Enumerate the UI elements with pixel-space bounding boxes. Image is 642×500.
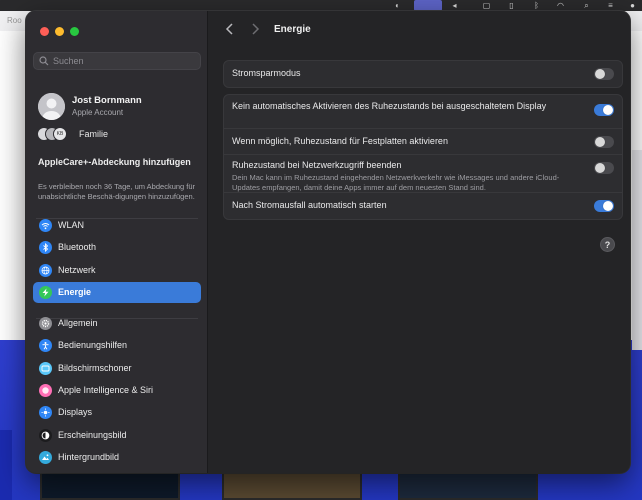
toggle-switch[interactable] (594, 136, 614, 148)
sidebar-item-label: Bluetooth (58, 242, 97, 253)
menu-bar: ◐ ◂ ▢ ▯ ᛒ ◠ ⌕ ≡ ● (0, 0, 642, 11)
toolbar: Energie (208, 11, 630, 49)
screensaver-icon (39, 361, 52, 375)
account-subtitle: Apple Account (72, 108, 124, 117)
background-poster (40, 470, 180, 500)
bluetooth-icon (39, 241, 52, 255)
avatar[interactable] (38, 93, 65, 120)
toggle-knob (595, 137, 605, 147)
bolt-icon (39, 285, 52, 299)
toggle-switch[interactable] (594, 68, 614, 80)
chevron-right-icon (252, 23, 260, 35)
sidebar-item-allgemein[interactable]: Allgemein (33, 313, 201, 334)
background-right-strip (632, 150, 642, 350)
applecare-title[interactable]: AppleCare+-Abdeckung hinzufügen (38, 157, 198, 168)
search-placeholder: Suchen (53, 56, 84, 66)
toggle-switch[interactable] (594, 104, 614, 116)
sidebar-item-bildschirmschoner[interactable]: Bildschirmschoner (33, 358, 201, 379)
sidebar-item-label: Energie (58, 286, 92, 297)
sun-icon (39, 406, 52, 420)
sidebar-item-wlan[interactable]: WLAN (33, 215, 201, 236)
toggle-switch[interactable] (594, 200, 614, 212)
sidebar-item-bluetooth[interactable]: Bluetooth (33, 237, 201, 258)
search-icon (39, 56, 49, 66)
sidebar-item-label: Hintergrundbild (58, 451, 120, 462)
settings-row: Kein automatisches Aktivieren des Ruhezu… (224, 95, 622, 129)
person-icon (38, 93, 65, 120)
siri-icon (39, 383, 52, 397)
setting-label: Nach Stromausfall automatisch starten (232, 200, 387, 210)
page-title: Energie (274, 24, 311, 35)
settings-row: Wenn möglich, Ruhezustand für Festplatte… (224, 129, 622, 155)
zoom-button[interactable] (70, 27, 79, 36)
sidebar-item-label: Displays (58, 407, 93, 418)
settings-row: Nach Stromausfall automatisch starten (224, 193, 622, 219)
sidebar-item-label: Netzwerk (58, 264, 96, 275)
toggle-knob (603, 201, 613, 211)
family-avatars[interactable]: KB (37, 127, 77, 141)
sidebar-item-netzwerk[interactable]: Netzwerk (33, 260, 201, 281)
family-avatar: KB (53, 127, 67, 141)
search-field[interactable]: Suchen (33, 52, 201, 70)
globe-icon (39, 263, 52, 277)
sidebar-item-apple-intelligence-siri[interactable]: Apple Intelligence & Siri (33, 380, 201, 401)
sidebar-item-label: Allgemein (58, 318, 98, 328)
settings-group-sleep: Kein automatisches Aktivieren des Ruhezu… (223, 94, 623, 220)
menu-active-item[interactable] (414, 0, 442, 11)
setting-label: Wenn möglich, Ruhezustand für Festplatte… (232, 136, 448, 146)
chevron-left-icon (225, 23, 233, 35)
toggle-knob (603, 105, 613, 115)
background-poster (398, 470, 538, 500)
setting-label: Stromsparmodus (232, 68, 301, 78)
background-tab-text: Roo (7, 16, 22, 25)
family-label[interactable]: Familie (79, 129, 108, 139)
sidebar-item-erscheinungsbild[interactable]: Erscheinungsbild (33, 425, 201, 446)
sidebar-item-hintergrundbild[interactable]: Hintergrundbild (33, 447, 201, 468)
main-pane: Energie Stromsparmodus Kein automatische… (208, 11, 630, 473)
gear-icon (39, 317, 52, 330)
minimize-button[interactable] (55, 27, 64, 36)
sidebar: Suchen Jost Bornmann Apple Account KB Fa… (26, 11, 208, 473)
settings-row: Ruhezustand bei Netzwerkzugriff beenden D… (224, 155, 622, 193)
sidebar-item-bedienungshilfen[interactable]: Bedienungshilfen (33, 335, 201, 356)
back-button[interactable] (222, 21, 238, 37)
siri-icon[interactable]: ● (628, 1, 637, 10)
background-poster (222, 470, 362, 500)
settings-group-power-mode: Stromsparmodus (223, 60, 623, 88)
sidebar-item-label: Bildschirmschoner (58, 362, 132, 373)
volume-icon[interactable]: ◂ (450, 1, 459, 10)
sidebar-item-label: Apple Intelligence & Siri (58, 384, 154, 395)
close-button[interactable] (40, 27, 49, 36)
forward-button[interactable] (247, 21, 263, 37)
setting-label: Ruhezustand bei Netzwerkzugriff beenden (232, 160, 402, 170)
wifi-icon[interactable]: ◠ (556, 1, 565, 10)
background-side-strip (0, 430, 12, 500)
toggle-switch[interactable] (594, 162, 614, 174)
appearance-icon (39, 428, 52, 442)
search-icon[interactable]: ⌕ (582, 1, 591, 10)
toggle-knob (595, 69, 605, 79)
accessibility-icon (39, 339, 52, 353)
menu-extra-icon[interactable]: ◐ (393, 1, 402, 10)
wifi-icon (39, 219, 52, 232)
system-settings-window: Suchen Jost Bornmann Apple Account KB Fa… (26, 11, 630, 473)
sidebar-item-label: Bedienungshilfen (58, 340, 128, 351)
applecare-description: Es verbleiben noch 36 Tage, um Abdeckung… (38, 182, 196, 201)
sidebar-item-energie[interactable]: Energie (33, 281, 201, 303)
settings-row: Stromsparmodus (224, 61, 622, 87)
sidebar-item-label: WLAN (58, 220, 85, 230)
toggle-knob (595, 163, 605, 173)
sidebar-item-displays[interactable]: Displays (33, 402, 201, 423)
menu-extra-icon[interactable]: ▯ (507, 1, 516, 10)
setting-description: Dein Mac kann im Ruhezustand eingehenden… (232, 173, 560, 192)
menu-extra-icon[interactable]: ▢ (482, 1, 491, 10)
account-name[interactable]: Jost Bornmann (72, 95, 142, 106)
help-button[interactable]: ? (600, 237, 615, 252)
sidebar-item-label: Erscheinungsbild (58, 429, 127, 440)
wallpaper-icon (39, 450, 52, 464)
control-center-icon[interactable]: ≡ (606, 1, 615, 10)
bluetooth-icon[interactable]: ᛒ (532, 1, 541, 10)
setting-label: Kein automatisches Aktivieren des Ruhezu… (232, 101, 547, 111)
